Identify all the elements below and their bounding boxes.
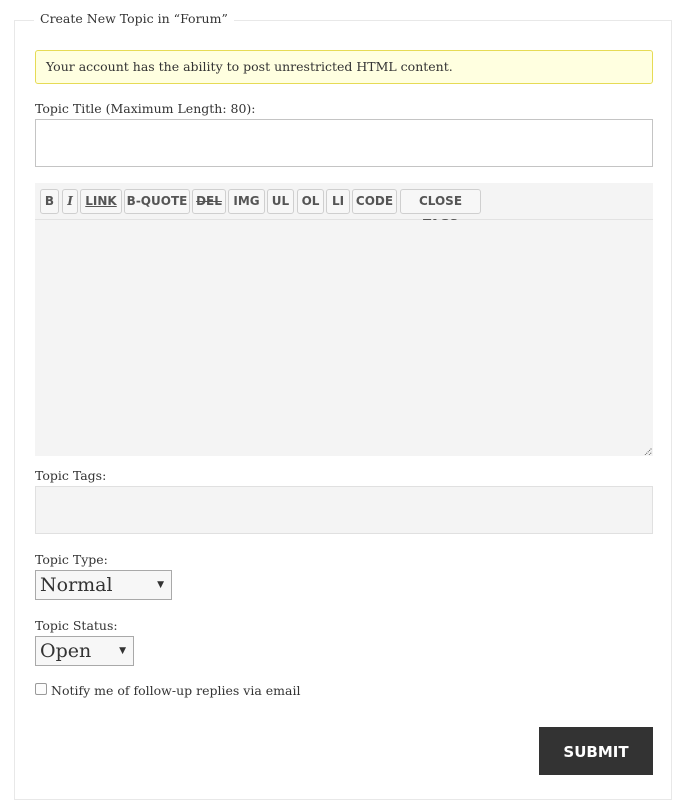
topic-status-value: Open [40, 640, 92, 662]
topic-tags-input[interactable] [35, 486, 653, 534]
bold-button[interactable]: B [40, 189, 59, 214]
code-button[interactable]: CODE [352, 189, 397, 214]
topic-status-label: Topic Status: [35, 618, 118, 633]
notify-checkbox[interactable] [35, 683, 47, 695]
li-button[interactable]: LI [326, 189, 350, 214]
italic-button[interactable]: I [62, 189, 78, 214]
submit-button[interactable]: SUBMIT [539, 727, 653, 775]
topic-title-label: Topic Title (Maximum Length: 80): [35, 101, 256, 116]
ul-button[interactable]: UL [267, 189, 294, 214]
topic-status-select[interactable]: Open ▼ [35, 636, 134, 666]
notify-label[interactable]: Notify me of follow-up replies via email [51, 683, 300, 698]
topic-type-select[interactable]: Normal ▼ [35, 570, 172, 600]
ol-button[interactable]: OL [297, 189, 324, 214]
topic-type-label: Topic Type: [35, 552, 108, 567]
topic-type-value: Normal [40, 574, 113, 596]
form-legend: Create New Topic in “Forum” [34, 11, 234, 26]
editor-toolbar: B I LINK B-QUOTE DEL IMG UL OL LI CODE C… [35, 183, 653, 231]
chevron-down-icon: ▼ [157, 580, 164, 590]
del-button[interactable]: DEL [192, 189, 226, 214]
topic-title-input[interactable] [35, 119, 653, 167]
chevron-down-icon: ▼ [119, 646, 126, 656]
html-notice: Your account has the ability to post unr… [35, 50, 653, 84]
close-tags-button[interactable]: CLOSE TAGS [400, 189, 481, 231]
resize-handle-icon[interactable] [644, 447, 652, 455]
topic-tags-label: Topic Tags: [35, 468, 107, 483]
topic-content-textarea[interactable] [35, 220, 653, 456]
blockquote-button[interactable]: B-QUOTE [124, 189, 190, 214]
img-button[interactable]: IMG [228, 189, 265, 214]
link-button[interactable]: LINK [80, 189, 122, 214]
